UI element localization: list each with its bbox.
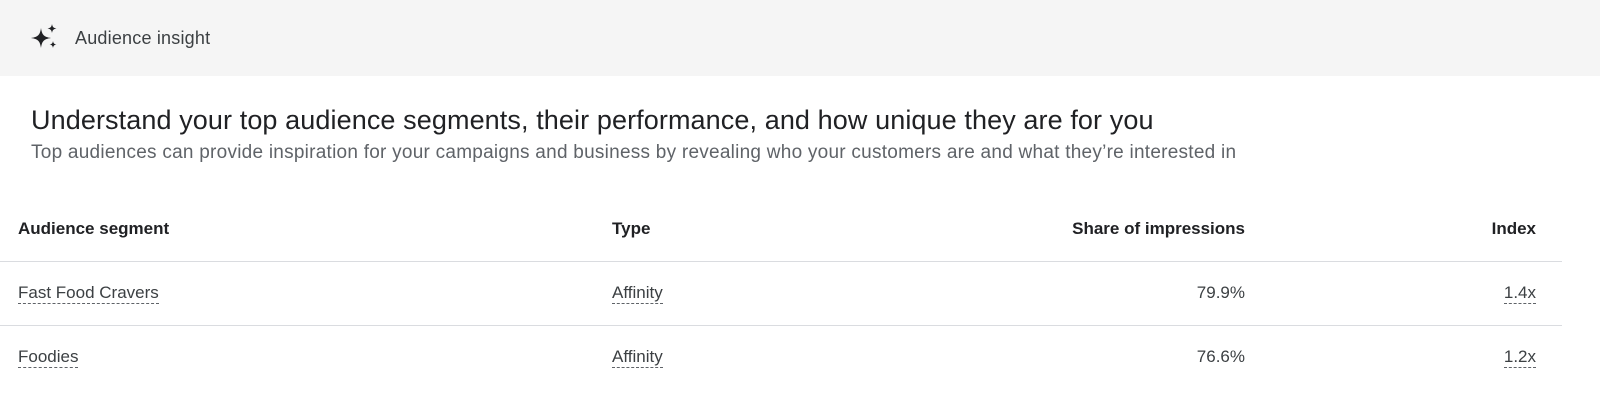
share-value: 79.9%	[1196, 283, 1245, 302]
audience-table: Audience segment Type Share of impressio…	[0, 197, 1562, 389]
segment-link[interactable]: Fast Food Cravers	[18, 283, 159, 304]
table-header-row: Audience segment Type Share of impressio…	[0, 197, 1562, 262]
column-header-index: Index	[1245, 197, 1562, 262]
index-link[interactable]: 1.2x	[1503, 347, 1536, 369]
index-link[interactable]: 1.4x	[1503, 283, 1536, 304]
table-row: Foodies Affinity 76.6% 1.2x	[0, 325, 1562, 389]
type-link[interactable]: Affinity	[612, 347, 663, 369]
column-header-segment: Audience segment	[0, 197, 612, 262]
intro-section: Understand your top audience segments, t…	[0, 76, 1600, 167]
card-header: Audience insight	[0, 0, 1600, 76]
share-value: 76.6%	[1196, 347, 1245, 367]
table-row: Fast Food Cravers Affinity 79.9% 1.4x	[0, 261, 1562, 326]
segment-link[interactable]: Foodies	[18, 347, 79, 369]
header-title: Audience insight	[75, 27, 211, 48]
sparkle-icon	[30, 24, 60, 52]
type-link[interactable]: Affinity	[612, 283, 663, 304]
audience-insight-card: Audience insight Understand your top aud…	[0, 0, 1600, 398]
column-header-share: Share of impressions	[1002, 197, 1245, 262]
headline: Understand your top audience segments, t…	[31, 105, 1154, 135]
subline: Top audiences can provide inspiration fo…	[31, 142, 1237, 163]
column-header-type: Type	[612, 197, 1002, 262]
